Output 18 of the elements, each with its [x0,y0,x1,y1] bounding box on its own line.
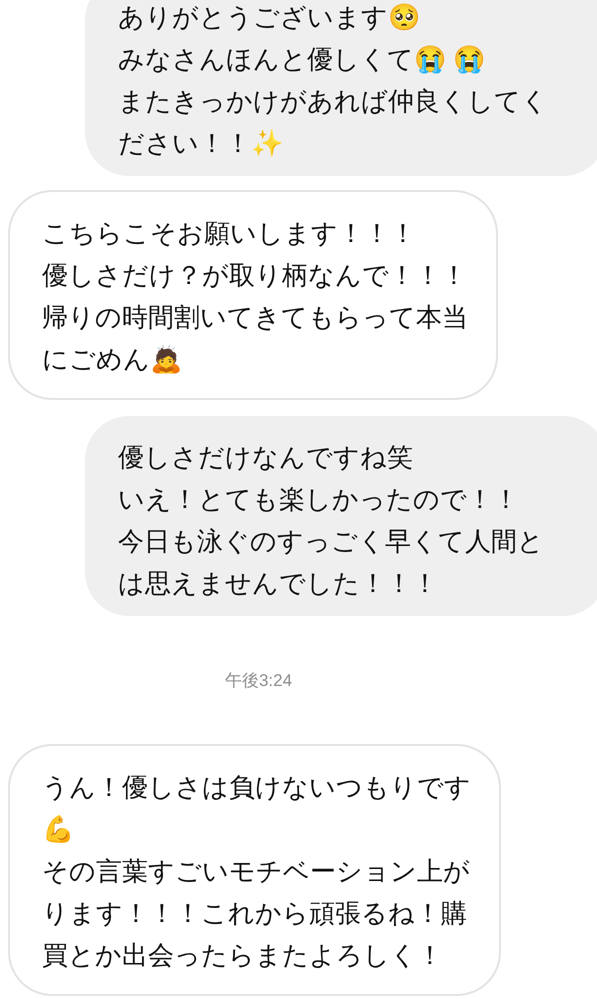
message-line: ださい！！✨ [118,127,284,160]
message-line: その言葉すごいモチベーション上が [42,854,471,888]
message-line: 買とか出会ったらまたよろしく！ [42,938,444,972]
message-line: ります！！！これから頑張るね！購 [42,896,468,930]
message-line: 💪 [42,812,75,846]
message-line: うん！優しさは負けないつもりです [42,770,471,804]
message-line: またきっかけがあれば仲良くしてく [118,85,549,118]
message-line: みなさんほんと優しくて😭 😭 [118,43,486,76]
message-line: 今日も泳ぐのすっごく早くて人間と [118,525,545,558]
message-line: 優しさだけ？が取り柄なんで！！！ [42,259,468,292]
message-line: 帰りの時間割いてきてもらって本当 [42,301,468,334]
timestamp: 午後3:24 [224,670,292,692]
message-line: にごめん🙇 [42,343,183,376]
message-line: ありがとうございます🥺 [118,1,421,34]
message-line: は思えませんでした！！！ [118,567,439,600]
message-line: 優しさだけなんですね笑 [118,441,414,474]
message-line: いえ！とても楽しかったので！！ [118,483,520,516]
message-line: こちらこそお願いします！！！ [42,217,417,250]
